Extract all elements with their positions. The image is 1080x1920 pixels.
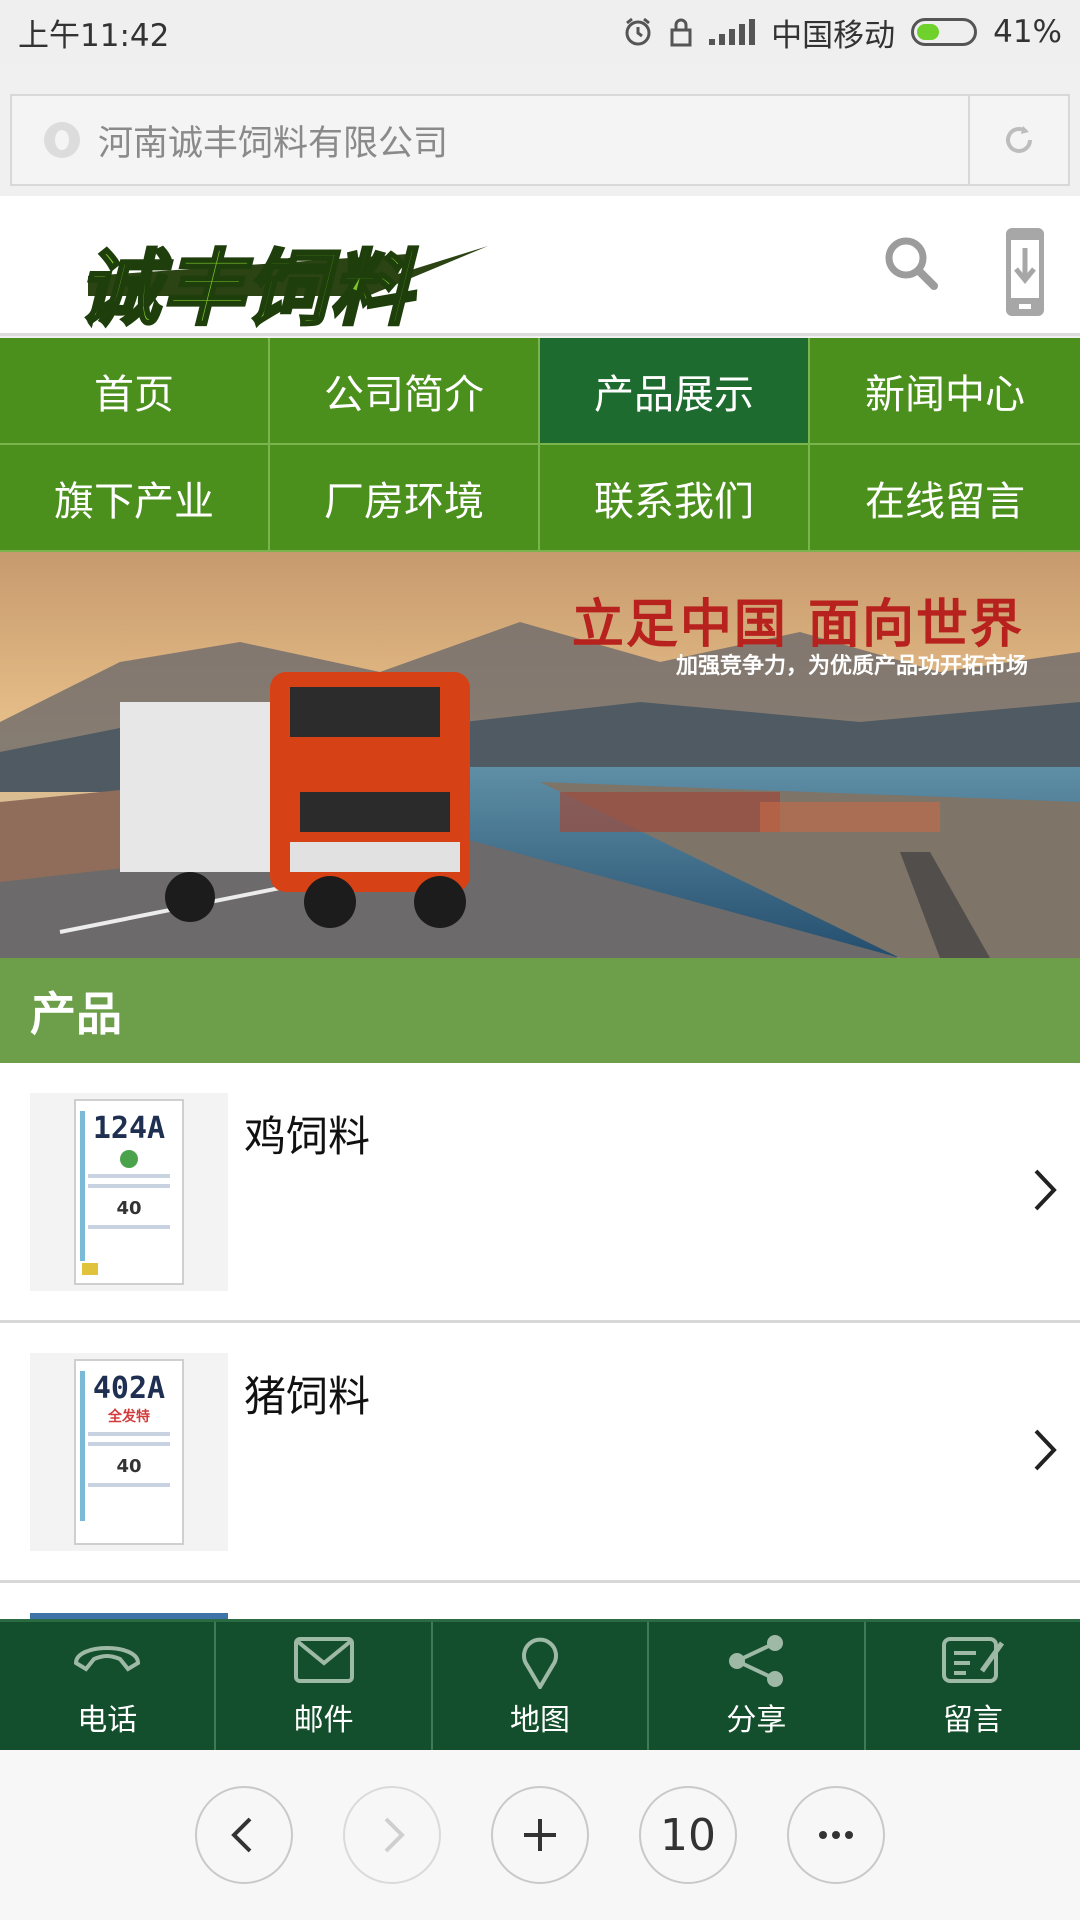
nav-item-about[interactable]: 公司简介: [270, 338, 540, 445]
share-icon: [729, 1635, 784, 1687]
tab-count: 10: [660, 1809, 716, 1861]
reload-icon: [1006, 126, 1032, 153]
feed-bag-image: 124A 40: [74, 1099, 184, 1285]
list-item[interactable]: 124A 40 鸡饲料: [0, 1063, 1080, 1323]
site-header: 诚丰饲料: [0, 196, 1080, 339]
message-icon: [941, 1637, 1004, 1683]
more-icon: [819, 1831, 853, 1839]
message-button[interactable]: 留言: [866, 1622, 1080, 1750]
status-time: 上午11:42: [18, 17, 170, 54]
product-name[interactable]: 鸡饲料: [244, 1103, 370, 1164]
bag-brand: 全发特: [108, 1409, 150, 1425]
email-button[interactable]: 邮件: [216, 1622, 433, 1750]
product-list: 124A 40 鸡饲料 402A 全发特 40 猪饲料: [0, 1063, 1080, 1619]
message-label: 留言: [942, 1703, 1003, 1738]
lock-icon: [670, 18, 692, 47]
nav-item-industries[interactable]: 旗下产业: [0, 445, 270, 552]
browser-toolbar: 10: [0, 1750, 1080, 1920]
nav-item-products[interactable]: 产品展示: [540, 338, 810, 445]
product-name[interactable]: 猪饲料: [244, 1363, 370, 1424]
chevron-right-icon: [1034, 1169, 1057, 1211]
main-nav: 首页 公司简介 产品展示 新闻中心 旗下产业 厂房环境 联系我们 在线留言: [0, 338, 1080, 552]
chevron-left-icon: [231, 1817, 252, 1853]
bag-number: 40: [116, 1198, 142, 1219]
nav-item-home[interactable]: 首页: [0, 338, 270, 445]
leaf-icon: [120, 1150, 138, 1168]
chevron-right-icon: [1034, 1429, 1057, 1471]
forward-button[interactable]: [343, 1786, 441, 1884]
phone-icon: [74, 1646, 141, 1672]
plus-icon: [524, 1819, 556, 1851]
menu-button[interactable]: [787, 1786, 885, 1884]
reload-button[interactable]: [968, 96, 1068, 184]
nav-item-contact[interactable]: 联系我们: [540, 445, 810, 552]
nav-item-message[interactable]: 在线留言: [810, 445, 1080, 552]
logo-text: 诚丰饲料: [77, 241, 414, 339]
map-label: 地图: [510, 1703, 571, 1738]
share-button[interactable]: 分享: [649, 1622, 866, 1750]
product-thumbnail: 124A 40: [30, 1093, 228, 1291]
banner-headline: 立足中国 面向世界: [571, 594, 1024, 655]
search-icon[interactable]: [882, 234, 942, 294]
signal-icon: [709, 19, 756, 45]
bag-code: 402A: [92, 1371, 166, 1406]
list-item[interactable]: 402A 全发特 40 猪饲料: [0, 1323, 1080, 1583]
list-item[interactable]: [0, 1583, 1080, 1619]
product-thumbnail: 402A 全发特 40: [30, 1353, 228, 1551]
bag-number: 40: [116, 1456, 142, 1477]
banner-subline: 加强竞争力，为优质产品功开拓市场: [675, 653, 1028, 679]
bag-code: 124A: [92, 1111, 166, 1146]
map-pin-icon: [522, 1637, 559, 1689]
share-label: 分享: [726, 1703, 787, 1738]
email-label: 邮件: [293, 1703, 354, 1738]
call-button[interactable]: 电话: [0, 1622, 217, 1750]
nav-item-factory[interactable]: 厂房环境: [270, 445, 540, 552]
battery-percent: 41%: [993, 14, 1062, 50]
status-bar: 上午11:42 中国移动 41%: [0, 0, 1080, 64]
map-button[interactable]: 地图: [433, 1622, 650, 1750]
feed-bag-image: 402A 全发特 40: [74, 1359, 184, 1545]
mobile-download-icon[interactable]: [1004, 226, 1046, 318]
carrier-name: 中国移动: [771, 17, 896, 54]
new-tab-button[interactable]: [491, 1786, 589, 1884]
call-label: 电话: [77, 1703, 138, 1738]
chevron-right-icon: [384, 1817, 405, 1853]
mail-icon: [293, 1637, 354, 1683]
address-bar[interactable]: 河南诚丰饲料有限公司: [10, 94, 1070, 186]
alarm-icon: [625, 17, 651, 46]
hero-banner[interactable]: 立足中国 面向世界 加强竞争力，为优质产品功开拓市场: [0, 552, 1080, 958]
tabs-button[interactable]: 10: [639, 1786, 737, 1884]
back-button[interactable]: [195, 1786, 293, 1884]
action-bar: 电话 邮件 地图 分享 留言: [0, 1619, 1080, 1750]
address-text[interactable]: 河南诚丰饲料有限公司: [98, 115, 968, 166]
nav-item-news[interactable]: 新闻中心: [810, 338, 1080, 445]
battery-icon: [911, 18, 978, 46]
site-security-icon: [44, 122, 80, 158]
section-title: 产品: [0, 958, 1080, 1063]
site-logo[interactable]: 诚丰饲料: [68, 222, 488, 339]
